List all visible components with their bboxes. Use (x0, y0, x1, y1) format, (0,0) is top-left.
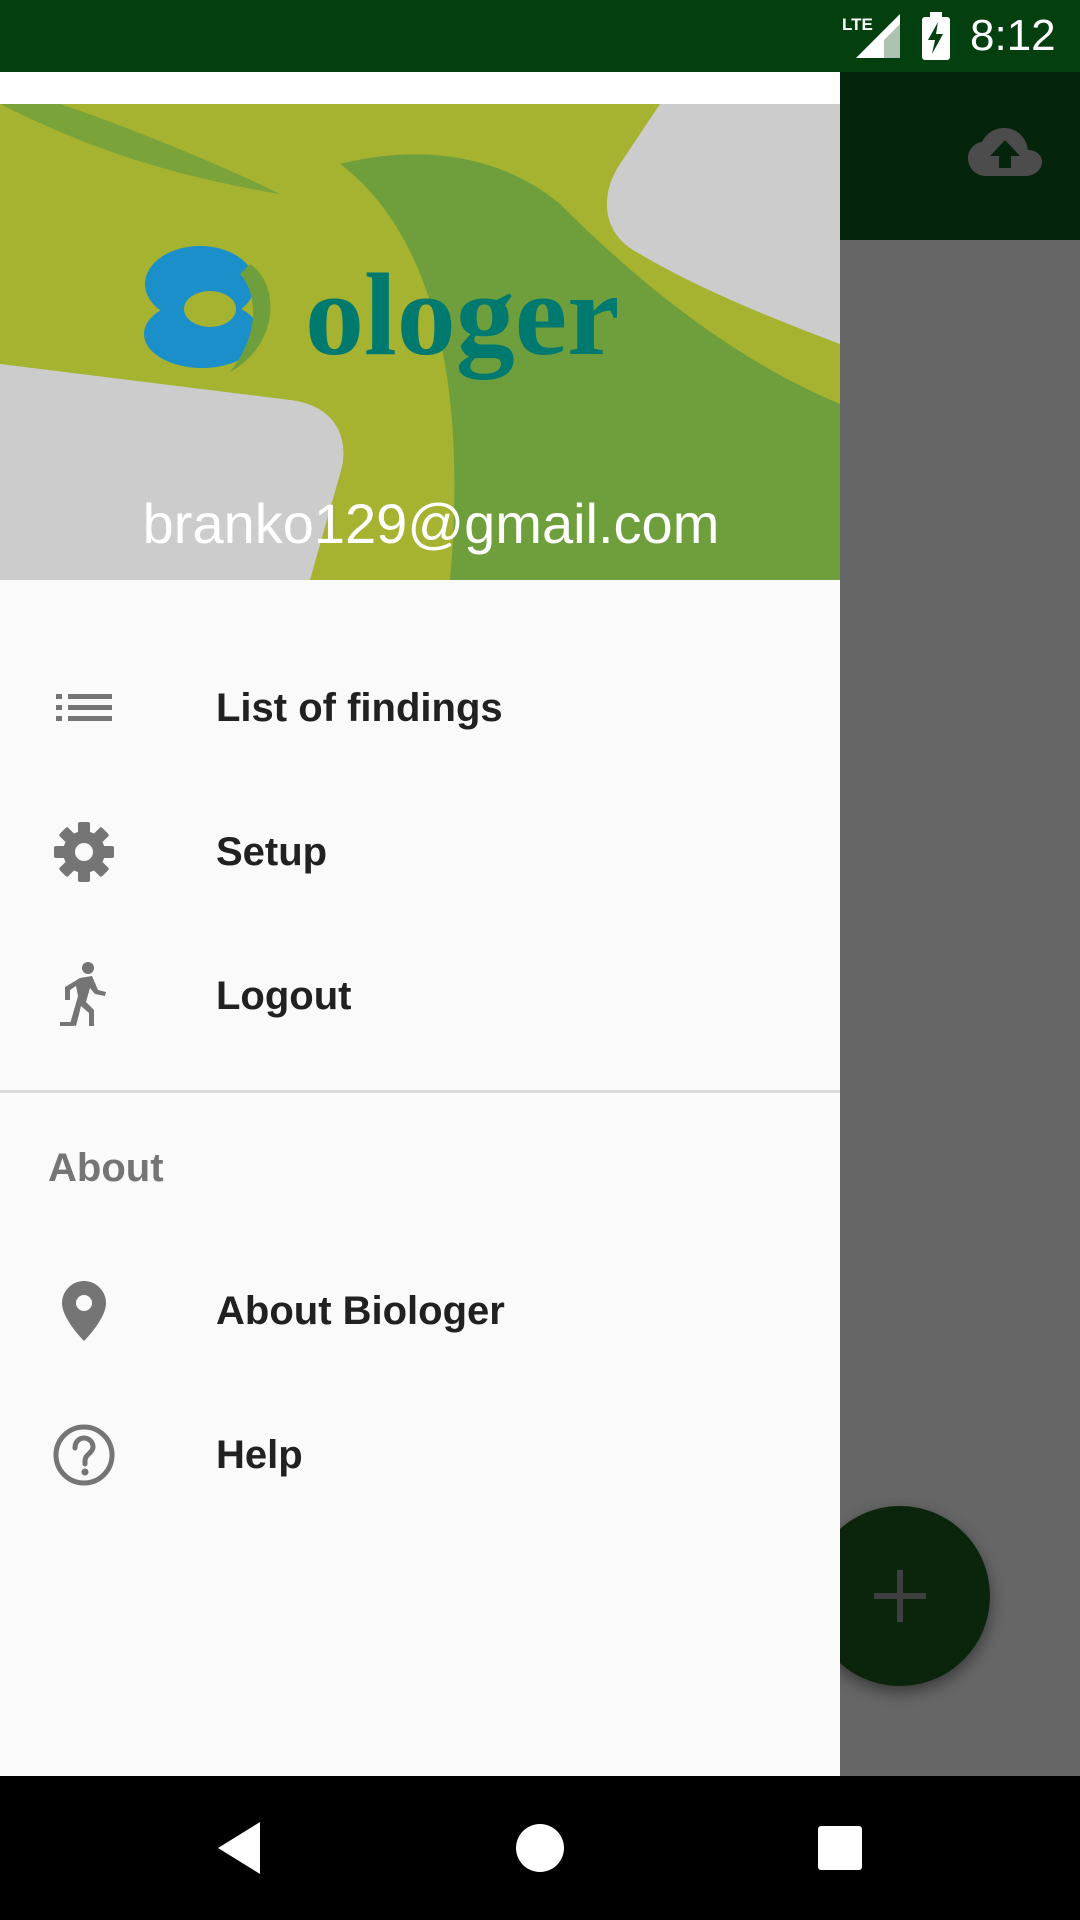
clock: 8:12 (970, 11, 1056, 60)
battery-charging-icon (922, 12, 950, 60)
menu-item-label: Setup (216, 830, 328, 874)
drawer-header: ologer branko129@gmail.com (0, 104, 840, 580)
account-email: branko129@gmail.com (142, 492, 720, 555)
navigation-drawer: ologer branko129@gmail.com List of findi… (0, 72, 840, 1776)
divider (0, 1090, 840, 1093)
menu-item-label: Logout (216, 974, 352, 1018)
drawer-top-strip (0, 72, 840, 104)
section-header-about: About (48, 1146, 164, 1190)
menu-item-label: About Biologer (216, 1289, 505, 1333)
back-icon[interactable] (214, 1820, 264, 1876)
menu-item-setup[interactable]: Setup (0, 780, 840, 924)
home-icon[interactable] (514, 1822, 566, 1874)
recents-icon[interactable] (816, 1824, 864, 1872)
help-circle-icon (53, 1424, 115, 1486)
status-bar: LTE 8:12 (0, 0, 1080, 72)
list-icon (56, 694, 112, 721)
system-navigation-bar (0, 1776, 1080, 1920)
lte-signal-icon: LTE (842, 14, 900, 58)
menu-item-about-biologer[interactable]: About Biologer (0, 1239, 840, 1383)
location-pin-icon (62, 1281, 106, 1341)
biologer-logo: ologer (144, 246, 620, 380)
running-person-icon (60, 962, 106, 1026)
gear-icon (54, 822, 114, 882)
menu-item-label: List of findings (216, 686, 503, 730)
logo-wordmark: ologer (305, 249, 620, 380)
menu-item-logout[interactable]: Logout (0, 924, 840, 1068)
menu-item-help[interactable]: Help (0, 1383, 840, 1527)
menu-item-label: Help (216, 1433, 303, 1477)
menu-item-list-of-findings[interactable]: List of findings (0, 636, 840, 780)
svg-text:LTE: LTE (842, 15, 873, 34)
